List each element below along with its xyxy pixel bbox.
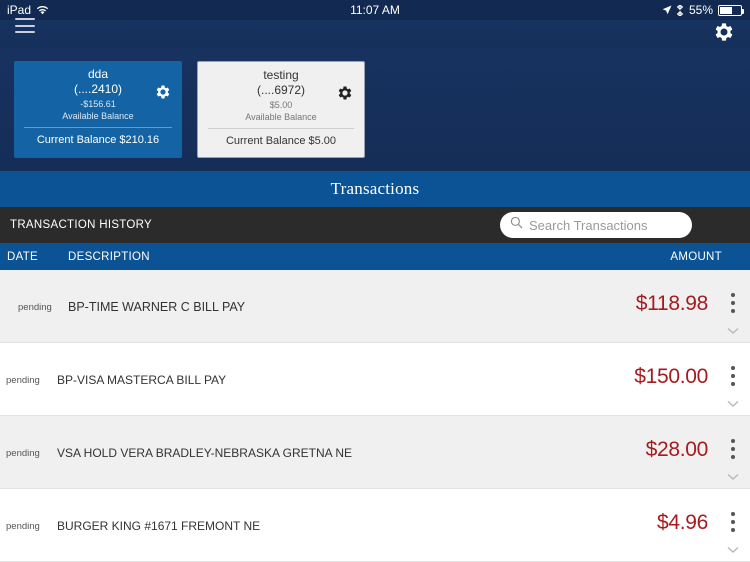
accounts-strip: dda (....2410) -$156.61 Available Balanc…	[0, 48, 750, 171]
gear-icon[interactable]	[336, 84, 354, 102]
transaction-date: pending	[6, 521, 40, 532]
transaction-date: pending	[6, 375, 40, 386]
account-mask: (....2410)	[73, 82, 123, 96]
available-balance-amount: -$156.61	[80, 99, 116, 109]
status-bar-time: 11:07 AM	[350, 3, 400, 17]
transactions-list[interactable]: pending BP-TIME WARNER C BILL PAY $118.9…	[0, 270, 750, 562]
account-mask: (....6972)	[256, 83, 306, 97]
column-header-date: DATE	[7, 251, 39, 263]
current-balance-label: Current Balance $5.00	[225, 135, 337, 147]
chevron-down-icon[interactable]	[727, 468, 739, 480]
app-header	[0, 20, 750, 48]
transaction-history-label: TRANSACTION HISTORY	[10, 219, 153, 231]
kebab-menu-icon[interactable]	[726, 439, 740, 463]
transaction-history-bar: TRANSACTION HISTORY	[0, 207, 750, 243]
ios-status-bar: iPad 11:07 AM 55%	[0, 0, 750, 20]
transaction-amount: $150.00	[634, 365, 708, 388]
chevron-down-icon[interactable]	[727, 395, 739, 407]
battery-percent-label: 55%	[688, 3, 713, 17]
location-arrow-icon	[662, 5, 672, 15]
bluetooth-icon	[676, 4, 684, 16]
available-balance-amount: $5.00	[269, 100, 293, 110]
column-header-amount: AMOUNT	[670, 251, 722, 263]
page-title: Transactions	[330, 179, 420, 198]
gear-icon[interactable]	[154, 83, 172, 101]
account-card-testing[interactable]: testing (....6972) $5.00 Available Balan…	[197, 61, 365, 158]
table-row[interactable]: pending BURGER KING #1671 FREMONT NE $4.…	[0, 489, 750, 562]
transaction-amount: $118.98	[635, 292, 709, 315]
transaction-description: BP-TIME WARNER C BILL PAY	[68, 300, 246, 314]
table-row[interactable]: pending BP-TIME WARNER C BILL PAY $118.9…	[0, 270, 750, 343]
available-balance-label: Available Balance	[245, 112, 317, 122]
transaction-date: pending	[6, 448, 40, 459]
section-title-bar: Transactions	[0, 171, 750, 207]
transaction-date: pending	[18, 302, 52, 313]
gear-icon[interactable]	[712, 20, 736, 44]
chevron-down-icon[interactable]	[727, 322, 739, 334]
app-root: iPad 11:07 AM 55% dda (....2410) -$156.6…	[0, 0, 750, 562]
chevron-down-icon[interactable]	[727, 541, 739, 553]
battery-icon	[718, 4, 744, 16]
search-transactions-box[interactable]	[500, 212, 692, 238]
account-name: testing	[263, 68, 299, 82]
table-row[interactable]: pending VSA HOLD VERA BRADLEY-NEBRASKA G…	[0, 416, 750, 489]
transaction-description: VSA HOLD VERA BRADLEY-NEBRASKA GRETNA NE	[57, 446, 352, 460]
column-header-description: DESCRIPTION	[68, 251, 150, 263]
transaction-description: BP-VISA MASTERCA BILL PAY	[57, 373, 227, 387]
transaction-amount: $4.96	[656, 511, 708, 534]
kebab-menu-icon[interactable]	[726, 293, 740, 317]
kebab-menu-icon[interactable]	[726, 512, 740, 536]
status-bar-right: 55%	[662, 0, 744, 20]
current-balance-label: Current Balance $210.16	[36, 134, 160, 146]
transaction-amount: $28.00	[645, 438, 709, 461]
available-balance-label: Available Balance	[62, 111, 134, 121]
search-input[interactable]	[529, 217, 682, 233]
hamburger-menu-icon[interactable]	[15, 18, 35, 33]
search-icon	[510, 216, 523, 234]
table-row[interactable]: pending BP-VISA MASTERCA BILL PAY $150.0…	[0, 343, 750, 416]
transaction-description: BURGER KING #1671 FREMONT NE	[57, 519, 261, 533]
table-column-headers: DATE DESCRIPTION AMOUNT	[0, 243, 750, 270]
kebab-menu-icon[interactable]	[726, 366, 740, 390]
account-card-dda[interactable]: dda (....2410) -$156.61 Available Balanc…	[14, 61, 182, 158]
account-name: dda	[87, 67, 109, 81]
